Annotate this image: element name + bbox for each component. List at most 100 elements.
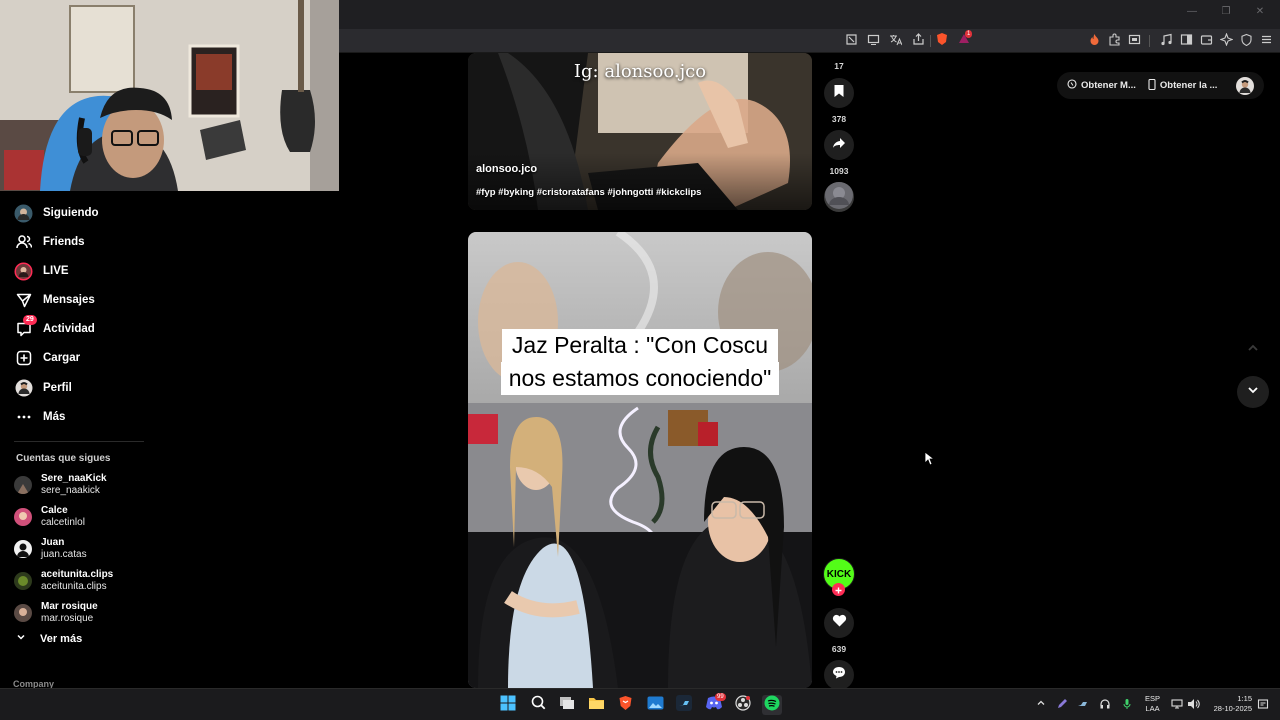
photos-app-button[interactable]	[645, 695, 665, 715]
headset-tray-icon[interactable]	[1099, 698, 1111, 713]
maximize-button[interactable]: ❐	[1220, 6, 1232, 17]
bookmark-button[interactable]	[824, 78, 854, 108]
video-2-caption-line2: nos estamos conociendo"	[500, 362, 780, 395]
footer-company[interactable]: Company	[13, 679, 54, 688]
nav-profile-label: Perfil	[43, 382, 72, 394]
sidebar-divider	[14, 441, 144, 442]
webcam-feed-image	[0, 0, 339, 191]
user-avatar[interactable]	[1236, 76, 1254, 95]
video-1-hashtags[interactable]: #fyp #byking #cristoratafans #johngotti …	[476, 187, 701, 198]
brave-rewards-icon[interactable]: 1	[957, 30, 973, 46]
media-music-icon[interactable]	[1158, 33, 1174, 49]
microphone-tray-icon[interactable]	[1121, 698, 1133, 713]
video-2-likes-count: 639	[831, 644, 847, 654]
video-1-overlay-text: Ig: alonsoo.jco	[573, 61, 707, 82]
brave-shields-icon[interactable]	[935, 32, 949, 46]
wallet-icon[interactable]	[1198, 33, 1214, 49]
folder-icon	[588, 696, 605, 715]
nav-messages[interactable]: Mensajes	[14, 288, 95, 312]
nav-more[interactable]: Más	[14, 405, 65, 429]
account-item[interactable]: Sere_naaKick sere_naakick	[14, 472, 107, 498]
left-sidebar: Siguiendo Friends LIVE Mensajes 29 Activ…	[0, 191, 170, 688]
minimize-button[interactable]: —	[1186, 6, 1198, 17]
avatar	[14, 572, 32, 590]
task-view-button[interactable]	[557, 695, 577, 715]
start-button[interactable]	[498, 695, 518, 715]
more-icon	[14, 408, 33, 427]
video-post-2[interactable]: Jaz Peralta : "Con Coscu nos estamos con…	[468, 232, 812, 688]
windows-taskbar: 99 ESP LAA 1:15 28-10-2025	[0, 688, 1280, 720]
tray-overflow-chevron-icon[interactable]	[1036, 698, 1046, 711]
account-item[interactable]: Mar rosique mar.rosique	[14, 600, 98, 626]
vpn-shield-icon[interactable]	[1238, 33, 1254, 49]
video-2-caption-box: Jaz Peralta : "Con Coscu nos estamos con…	[498, 329, 782, 401]
video-1-saves-count: 378	[831, 114, 847, 124]
clock-date: 28-10-2025	[1213, 704, 1252, 713]
extension-fire-icon[interactable]	[1086, 33, 1102, 49]
reader-mode-icon[interactable]	[843, 33, 859, 49]
get-mobile-app-button[interactable]: Obtener la ...	[1148, 78, 1218, 93]
follow-plus-button[interactable]	[832, 583, 845, 596]
file-explorer-button[interactable]	[586, 695, 606, 715]
nav-friends[interactable]: Friends	[14, 230, 85, 254]
obs-record-icon	[735, 694, 751, 716]
nav-messages-label: Mensajes	[43, 294, 95, 306]
nav-profile[interactable]: Perfil	[14, 376, 72, 400]
discord-button[interactable]: 99	[704, 693, 726, 715]
close-window-button[interactable]: ✕	[1254, 6, 1266, 17]
video-post-1[interactable]: Ig: alonsoo.jco alonsoo.jco #fyp #byking…	[468, 53, 812, 210]
menu-icon[interactable]	[1258, 33, 1274, 49]
get-app-label-2: Obtener la ...	[1159, 80, 1218, 91]
steam-button[interactable]	[674, 694, 694, 715]
sound-disc-button[interactable]	[824, 182, 854, 212]
get-app-label-1: Obtener M...	[1081, 80, 1136, 91]
steam-tray-icon[interactable]	[1077, 698, 1089, 713]
profile-icon	[14, 379, 33, 398]
account-handle: juan.catas	[41, 549, 87, 560]
system-clock[interactable]: 1:15 28-10-2025	[1206, 694, 1252, 714]
leo-ai-icon[interactable]	[1218, 32, 1234, 49]
volume-tray-icon[interactable]	[1187, 698, 1200, 713]
pen-tray-icon[interactable]	[1056, 698, 1068, 713]
video-1-top-count: 17	[834, 61, 844, 71]
phone-icon	[1148, 78, 1156, 93]
sidebar-toggle-icon[interactable]	[1178, 33, 1194, 49]
bookmark-icon	[833, 84, 845, 103]
get-app-button[interactable]: Obtener M...	[1067, 79, 1136, 92]
nav-following[interactable]: Siguiendo	[14, 201, 99, 225]
nav-live[interactable]: LIVE	[14, 259, 69, 283]
video-1-author[interactable]: alonsoo.jco	[476, 163, 537, 175]
language-indicator[interactable]: ESP LAA	[1145, 694, 1160, 714]
spotify-button[interactable]	[762, 695, 782, 715]
brave-browser-button[interactable]	[615, 695, 635, 715]
clock-time: 1:15	[1237, 694, 1252, 703]
comment-button[interactable]	[824, 660, 854, 690]
notifications-tray-icon[interactable]	[1257, 698, 1269, 713]
scroll-up-button[interactable]	[1237, 334, 1269, 366]
cast-icon[interactable]	[865, 33, 881, 49]
account-item[interactable]: Juan juan.catas	[14, 536, 87, 562]
extensions-icon[interactable]	[1106, 33, 1122, 49]
nav-upload-label: Cargar	[43, 352, 81, 364]
taskbar-search-button[interactable]	[528, 695, 548, 715]
obs-button[interactable]	[733, 694, 753, 716]
translate-icon[interactable]	[887, 33, 903, 49]
like-button[interactable]	[824, 608, 854, 638]
top-right-pill: Obtener M... Obtener la ...	[1057, 72, 1264, 99]
account-item[interactable]: Calce calcetinlol	[14, 504, 85, 530]
nav-activity[interactable]: 29 Actividad	[14, 314, 95, 341]
brave-logo-icon	[618, 695, 633, 716]
nav-upload[interactable]: Cargar	[14, 346, 80, 370]
share-page-icon[interactable]	[910, 33, 926, 49]
scroll-down-button[interactable]	[1237, 376, 1269, 408]
account-name: Sere_naaKick	[41, 473, 107, 484]
windows-logo-icon	[500, 695, 516, 716]
see-more-button[interactable]: Ver más	[16, 632, 82, 645]
share-button[interactable]	[824, 130, 854, 160]
network-tray-icon[interactable]	[1171, 698, 1183, 713]
video-1-shares-count: 1093	[829, 166, 849, 176]
following-icon	[14, 204, 33, 223]
window-controls: — ❐ ✕	[1186, 6, 1266, 17]
account-item[interactable]: aceitunita.clips aceitunita.clips	[14, 568, 113, 594]
screenshot-icon[interactable]	[1126, 33, 1142, 49]
